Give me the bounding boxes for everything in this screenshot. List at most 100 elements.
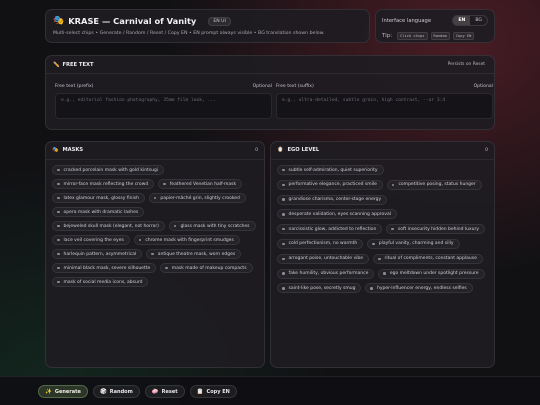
chip[interactable]: antique theatre mask, worn edges (146, 249, 242, 259)
chip-dot-icon (57, 238, 60, 242)
chip-dot-icon (282, 213, 285, 216)
chip[interactable]: papier-mâché grin, slightly crooked (148, 193, 246, 203)
chip-dot-icon (282, 257, 285, 261)
sparkles-icon: ✨ (45, 388, 52, 395)
chip-label: feathered Venetian half-mask (169, 181, 237, 187)
chip[interactable]: glass mask with tiny scratches (168, 221, 256, 231)
tip-copy-en: Copy EN (452, 32, 475, 40)
chip-dot-icon (163, 182, 166, 186)
chip-label: antique theatre mask, worn edges (157, 251, 236, 257)
chip-label: competitive posing, status hunger (398, 182, 476, 188)
chip-label: mask made of makeup compacts (171, 265, 247, 271)
prefix-label: Free text (prefix) (55, 84, 94, 89)
chip[interactable]: saint-like pose, secretly smug (277, 283, 362, 294)
chip-label: ritual of compliments, constant applause (384, 256, 477, 262)
divider (46, 73, 494, 74)
reset-label: Reset (161, 388, 178, 395)
chip-dot-icon (282, 287, 285, 290)
chip[interactable]: minimal black mask, severe silhouette (52, 263, 157, 273)
masks-header: 🎭 MASKS 0 (52, 147, 258, 153)
chip-label: saint-like pose, secretly smug (288, 285, 356, 291)
generate-button[interactable]: ✨ Generate (38, 385, 88, 398)
language-option-bg[interactable]: BG (470, 16, 487, 25)
masks-title: MASKS (62, 147, 84, 153)
chip[interactable]: fake humility, obvious performance (277, 268, 375, 279)
masks-panel: 🎭 MASKS 0 cracked porcelain mask with go… (45, 141, 265, 368)
chip-dot-icon (391, 183, 395, 187)
chip-dot-icon (57, 252, 60, 256)
chip-label: cracked porcelain mask with gold kintsug… (63, 167, 159, 173)
chip[interactable]: mirror-face mask reflecting the crowd (52, 179, 155, 189)
chip-dot-icon (378, 257, 381, 261)
prefix-field: Free text (prefix) Optional e.g., editor… (55, 84, 272, 119)
chip[interactable]: performative elegance, practiced smile (277, 179, 383, 190)
chip-label: cold perfectionism, no warmth (288, 241, 358, 247)
chip-label: hyper-influencer energy, endless selfies (376, 285, 467, 291)
chip[interactable]: latex glamour mask, glossy finish (52, 193, 145, 203)
chip[interactable]: arrogant poise, untouchable vibe (277, 253, 370, 264)
language-label: Interface language (382, 18, 432, 24)
app-subtitle: Multi-select chips • Generate / Random /… (53, 31, 325, 36)
chip-dot-icon (282, 272, 285, 275)
chip-dot-icon (57, 266, 60, 270)
chip[interactable]: subtle self-admiration, quiet superiorit… (277, 165, 384, 175)
eraser-icon: 🧼 (151, 388, 159, 395)
dice-icon: 🎲 (99, 388, 107, 395)
ego-header: 🪞 EGO LEVEL 0 (277, 147, 488, 153)
mirror-icon: 🪞 (277, 147, 284, 153)
chip[interactable]: ego meltdown under spotlight pressure (378, 268, 485, 279)
chip-label: grandiose charisma, center-stage energy (288, 197, 382, 203)
chip[interactable]: opera mask with dramatic lashes (52, 207, 145, 217)
suffix-label: Free text (suffix) (276, 84, 314, 89)
random-label: Random (109, 388, 133, 395)
chip[interactable]: cold perfectionism, no warmth (277, 238, 364, 249)
chip[interactable]: mask of social media icons, absurd (52, 277, 149, 287)
chip[interactable]: desperate validation, eyes scanning appr… (277, 209, 397, 220)
tip-row: Tip: Click chips Random Copy EN (382, 32, 475, 40)
tip-random: Random (430, 32, 450, 40)
divider (271, 159, 494, 160)
chip[interactable]: cracked porcelain mask with gold kintsug… (52, 165, 165, 175)
chip-label: mirror-face mask reflecting the crowd (63, 181, 149, 187)
chip[interactable]: bejeweled skull mask (elegant, not horro… (52, 221, 165, 231)
chip-dot-icon (282, 183, 285, 187)
tip-click-chips: Click chips (397, 32, 428, 40)
chip[interactable]: narcissistic glow, addicted to reflectio… (277, 224, 383, 235)
chip-label: harlequin pattern, asymmetrical (63, 251, 137, 257)
chip[interactable]: chrome mask with fingerprint smudges (133, 235, 240, 245)
suffix-optional: Optional (473, 84, 493, 89)
prefix-textarea[interactable]: e.g., editorial fashion photography, 35m… (55, 93, 272, 119)
chip-dot-icon (57, 168, 60, 172)
chip-label: playful vanity, charming and silly (378, 241, 454, 247)
masks-chip-list: cracked porcelain mask with gold kintsug… (52, 165, 260, 287)
chip[interactable]: harlequin pattern, asymmetrical (52, 249, 143, 259)
generate-label: Generate (54, 388, 81, 395)
random-button[interactable]: 🎲 Random (92, 385, 140, 398)
chip[interactable]: feathered Venetian half-mask (158, 179, 243, 189)
ego-count: 0 (485, 147, 488, 153)
chip-label: minimal black mask, severe silhouette (63, 265, 151, 271)
chip-label: mask of social media icons, absurd (63, 279, 143, 285)
reset-button[interactable]: 🧼 Reset (144, 385, 185, 398)
chip[interactable]: ritual of compliments, constant applause (373, 253, 483, 264)
copy-en-button[interactable]: 📋 Copy EN (189, 385, 237, 398)
suffix-textarea[interactable]: e.g., ultra-detailed, subtle grain, high… (276, 93, 493, 119)
chip-dot-icon (138, 238, 142, 242)
chip[interactable]: hyper-influencer energy, endless selfies (365, 283, 473, 294)
chip[interactable]: playful vanity, charming and silly (367, 238, 460, 249)
language-option-en[interactable]: EN (453, 16, 471, 25)
chip[interactable]: soft insecurity hidden behind luxury (386, 224, 486, 235)
chip[interactable]: competitive posing, status hunger (386, 179, 482, 190)
chip-label: chrome mask with fingerprint smudges (145, 237, 234, 243)
chip-dot-icon (153, 196, 157, 200)
chip[interactable]: mask made of makeup compacts (160, 263, 253, 273)
action-bar: ✨ Generate 🎲 Random 🧼 Reset 📋 Copy EN (0, 376, 540, 405)
clipboard-icon: 📋 (196, 388, 204, 395)
chip-label: papier-mâché grin, slightly crooked (160, 195, 240, 201)
chip-label: opera mask with dramatic lashes (63, 209, 139, 215)
copy-en-label: Copy EN (206, 388, 230, 395)
chip-label: narcissistic glow, addicted to reflectio… (288, 226, 377, 232)
ego-panel: 🪞 EGO LEVEL 0 subtle self-admiration, qu… (270, 141, 495, 368)
chip[interactable]: grandiose charisma, center-stage energy (277, 194, 388, 205)
chip[interactable]: lace veil covering the eyes (52, 235, 130, 245)
